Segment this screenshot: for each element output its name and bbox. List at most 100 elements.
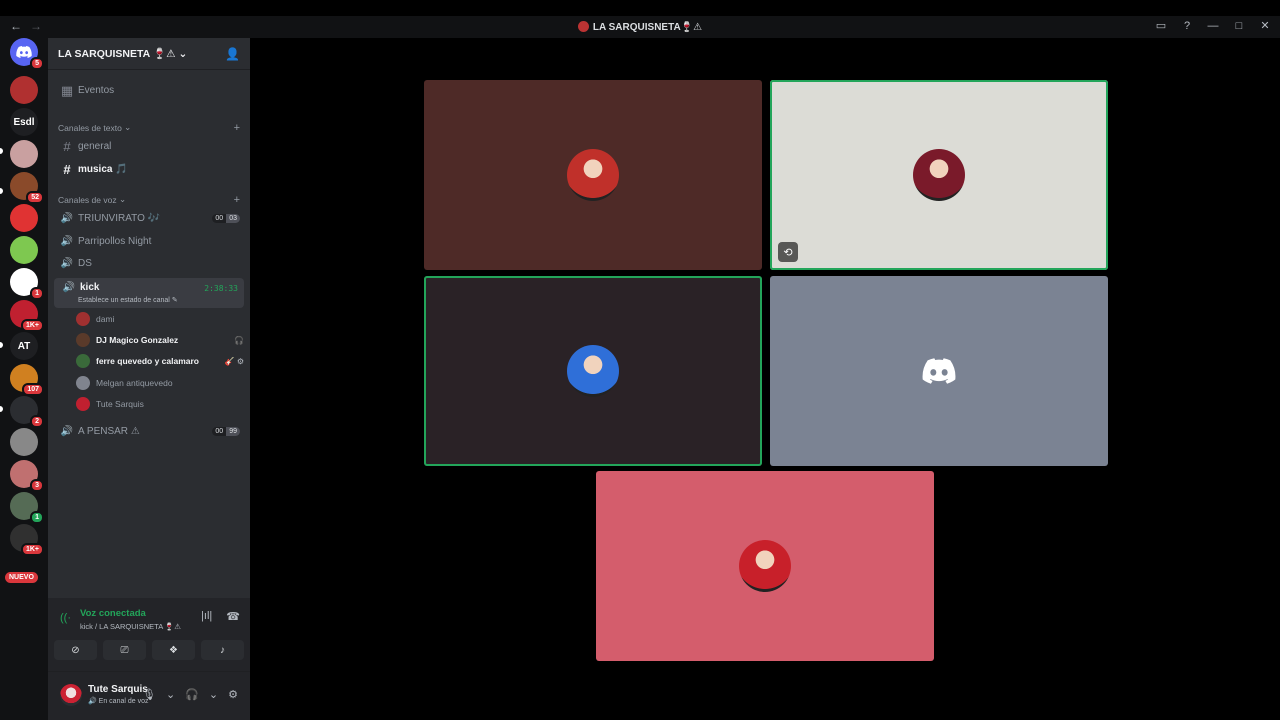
voice-status-title[interactable]: Voz conectada (80, 608, 146, 619)
server-icon[interactable]: 52 (10, 172, 44, 204)
soundboard-icon: ♪ (220, 644, 225, 656)
hash-icon: # (63, 162, 71, 177)
minimize-icon[interactable]: — (1206, 20, 1220, 32)
notification-badge: 1 (30, 287, 44, 300)
server-icon[interactable]: 3 (10, 460, 44, 492)
participant-tile-2[interactable]: ⟲ (770, 80, 1108, 270)
participant-tile-5[interactable] (596, 471, 934, 661)
member-activity-icon: 🎧 (234, 335, 244, 345)
add-channel-icon[interactable]: + (234, 122, 240, 134)
speaker-icon: 🔊 (60, 213, 74, 224)
server-icon[interactable]: 1 (10, 492, 44, 524)
speaker-icon: 🔊 (60, 236, 74, 247)
voice-member[interactable]: Tute Sarquis (76, 394, 244, 414)
participant-tile-1[interactable] (424, 80, 762, 270)
gear-icon[interactable]: ⚙ (228, 688, 238, 701)
voice-channel-a-pensar[interactable]: 🔊 A PENSAR ⚠ 00 99 (54, 421, 244, 442)
avatar (567, 149, 619, 201)
events-item[interactable]: ▦ Eventos (54, 80, 244, 101)
voice-channel-triunvirato[interactable]: 🔊 TRIUNVIRATO 🎶 00 03 (54, 208, 244, 229)
participant-tile-4[interactable] (770, 276, 1108, 466)
voice-channel-parripollos[interactable]: 🔊 Parripollos Night (54, 231, 244, 252)
server-icon[interactable]: 2 (10, 396, 44, 428)
invite-people-icon[interactable]: 👤 (225, 47, 240, 61)
server-icon[interactable]: Esdl (10, 108, 38, 136)
member-name: DJ Magico Gonzalez (96, 335, 179, 345)
voice-member[interactable]: ferre quevedo y calamaro 🎸 ⚙ (76, 351, 244, 371)
notification-badge: 5 (30, 57, 44, 70)
inbox-icon[interactable]: ▭ (1154, 19, 1168, 32)
new-badge[interactable]: NUEVO (5, 572, 38, 583)
voice-category[interactable]: Canales de voz ⌄ + (58, 194, 240, 206)
screen-share-icon: ⎚ (120, 644, 129, 656)
server-icon[interactable]: 107 (10, 364, 44, 396)
disconnect-icon[interactable]: ☎ (226, 610, 240, 623)
screen-share-icon[interactable]: ⟲ (778, 242, 798, 262)
server-icon[interactable]: AT (10, 332, 38, 360)
text-category[interactable]: Canales de texto ⌄ + (58, 122, 240, 134)
unread-pill (0, 188, 3, 194)
avatar (76, 397, 90, 411)
chevron-down-icon[interactable]: ⌄ (209, 688, 218, 701)
server-icon[interactable] (10, 76, 38, 104)
screen-share-button[interactable]: ⎚ (103, 640, 146, 660)
add-channel-icon[interactable]: + (234, 194, 240, 206)
user-status: 🔊 En canal de voz (88, 698, 149, 705)
voice-member[interactable]: Melgan antiquevedo (76, 373, 244, 393)
camera-off-button[interactable]: ⊘ (54, 640, 97, 660)
server-mini-icon (577, 21, 589, 32)
notification-badge: 2 (30, 415, 44, 428)
voice-channel-kick[interactable]: 🔊 kick Establece un estado de canal ✎ 2:… (54, 278, 244, 308)
user-panel: Tute Sarquis 🔊 En canal de voz 🎙 ⌄ 🎧 ⌄ ⚙ (48, 672, 250, 720)
server-icon[interactable]: 1K+ (10, 524, 44, 556)
server-icon[interactable]: 1 (10, 268, 44, 300)
notification-badge: 1 (30, 511, 44, 524)
voice-member[interactable]: dami (76, 309, 244, 329)
help-icon[interactable]: ? (1180, 20, 1194, 32)
speaker-icon: 🔊 (60, 426, 74, 437)
server-icon[interactable] (10, 428, 38, 456)
user-count-badge: 00 99 (212, 427, 240, 436)
server-icon[interactable] (10, 236, 38, 264)
server-label: Esdl (13, 116, 35, 128)
maximize-icon[interactable]: □ (1232, 20, 1246, 32)
camera-off-icon: ⊘ (71, 644, 80, 656)
chevron-down-icon: ⌄ (178, 47, 188, 60)
notification-badge: 107 (22, 383, 44, 396)
call-timer: 2:38:33 (204, 284, 238, 293)
speaker-icon: 🔊 (88, 698, 97, 705)
pencil-icon: ✎ (171, 297, 178, 304)
channel-general[interactable]: # general (54, 136, 244, 157)
discord-logo-icon (16, 46, 32, 58)
user-name: Tute Sarquis (88, 684, 148, 695)
noise-suppression-icon[interactable]: |ıl| (201, 610, 212, 623)
activities-button[interactable]: ❖ (152, 640, 195, 660)
speaker-icon: 🔊 (62, 282, 76, 293)
server-header[interactable]: LA SARQUISNETA 🍷⚠ ⌄ 👤 (48, 38, 250, 70)
server-icon[interactable]: 5 (10, 38, 44, 70)
avatar[interactable] (60, 684, 82, 706)
channel-musica[interactable]: # musica 🎵 (54, 159, 244, 180)
voice-channel-ds[interactable]: 🔊 DS (54, 253, 244, 274)
channel-status[interactable]: Establece un estado de canal ✎ (78, 296, 178, 304)
member-name: ferre quevedo y calamaro (96, 356, 199, 366)
avatar (76, 376, 90, 390)
server-rail: 5 Esdl 52 1 1K+ AT 107 2 3 1 1K+ NUEVO (0, 38, 48, 720)
member-activity-icon: 🎸 ⚙ (224, 356, 244, 366)
server-icon[interactable] (10, 140, 38, 168)
server-icon[interactable]: 1K+ (10, 300, 44, 332)
headphones-icon[interactable]: 🎧 (185, 688, 199, 701)
discord-logo-icon (922, 358, 956, 384)
title-bar: ← → LA SARQUISNETA🍷⚠ ▭ ? — □ ✕ (0, 16, 1280, 38)
close-icon[interactable]: ✕ (1258, 19, 1272, 32)
channel-sidebar: LA SARQUISNETA 🍷⚠ ⌄ 👤 ▦ Eventos Canales … (48, 38, 250, 720)
soundboard-button[interactable]: ♪ (201, 640, 244, 660)
server-icon[interactable] (10, 204, 38, 232)
activities-icon: ❖ (169, 644, 178, 656)
signal-icon[interactable]: ((· (60, 612, 71, 624)
voice-member[interactable]: DJ Magico Gonzalez 🎧 (76, 330, 244, 350)
microphone-icon[interactable]: 🎙 (142, 688, 156, 701)
chevron-down-icon: ⌄ (124, 122, 132, 132)
participant-tile-3[interactable] (424, 276, 762, 466)
chevron-down-icon[interactable]: ⌄ (166, 688, 175, 701)
